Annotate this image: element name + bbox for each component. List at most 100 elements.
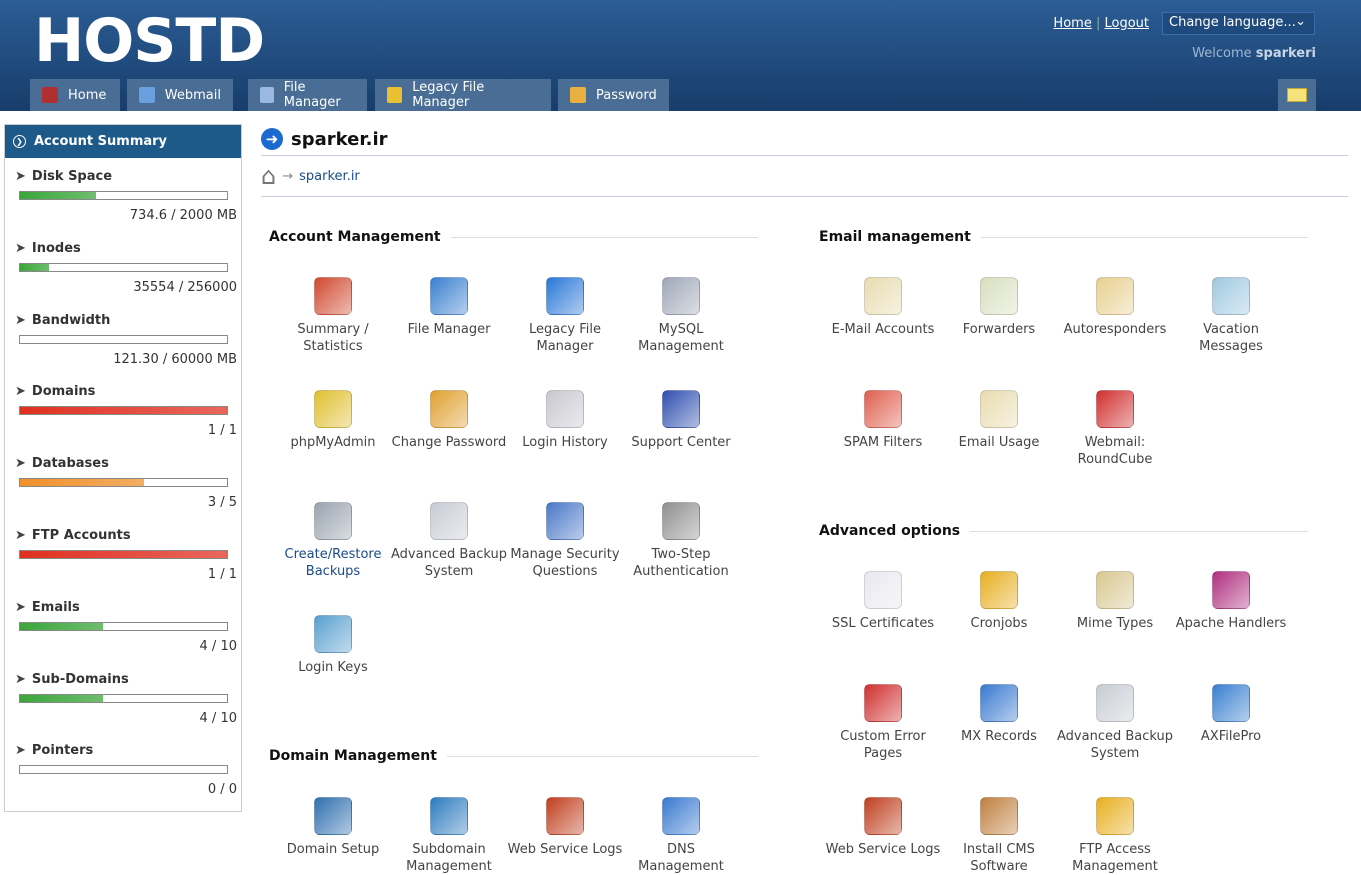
tool-forwarders[interactable]: Forwarders: [941, 277, 1057, 338]
summary-value: 35554 / 256000: [15, 280, 237, 295]
breadcrumb: ⌂→sparker.ir: [261, 162, 360, 190]
tool-label: Advanced Backup System: [391, 547, 507, 579]
usage-bar-fill: [20, 264, 49, 271]
account-summary-panel: ❯Account Summary ➤Disk Space734.6 / 2000…: [4, 124, 242, 812]
custom-error-pages-icon: [864, 684, 902, 722]
login-keys-icon: [314, 615, 352, 653]
section-heading: Email management: [819, 229, 1308, 245]
usage-bar-fill: [20, 551, 227, 558]
tool-spam-filters[interactable]: SPAM Filters: [825, 390, 941, 451]
tool-vacation-messages[interactable]: Vacation Messages: [1173, 277, 1289, 355]
tool-axfilepro[interactable]: AXFilePro: [1173, 684, 1289, 745]
tool-advanced-backup-system[interactable]: Advanced Backup System: [1057, 684, 1173, 762]
section-heading: Advanced options: [819, 523, 1308, 539]
summary-item: ➤Bandwidth121.30 / 60000 MB: [15, 313, 237, 367]
vacation-messages-icon: [1212, 277, 1250, 315]
divider: [451, 237, 758, 238]
tool-web-service-logs[interactable]: Web Service Logs: [507, 797, 623, 858]
tool-two-step-authentication[interactable]: Two-Step Authentication: [623, 502, 739, 580]
separator: |: [1096, 16, 1100, 31]
tool-webmail-roundcube[interactable]: Webmail: RoundCube: [1057, 390, 1173, 468]
tool-email-usage[interactable]: Email Usage: [941, 390, 1057, 451]
tool-cronjobs[interactable]: Cronjobs: [941, 571, 1057, 632]
usage-bar-fill: [20, 695, 103, 702]
mail-button[interactable]: [1278, 79, 1316, 111]
tool-custom-error-pages[interactable]: Custom Error Pages: [825, 684, 941, 762]
tool-apache-handlers[interactable]: Apache Handlers: [1173, 571, 1289, 632]
tool-label: MySQL Management: [638, 322, 724, 354]
usage-bar-fill: [20, 479, 144, 486]
support-center-icon: [662, 390, 700, 428]
arrow-right-circle-icon: ➜: [261, 128, 283, 150]
tab-webmail[interactable]: Webmail: [127, 79, 233, 111]
usage-bar: [19, 622, 228, 631]
tab-legacy-file-manager[interactable]: Legacy File Manager: [375, 79, 551, 111]
tool-label: E-Mail Accounts: [832, 322, 935, 337]
tool-ssl-certificates[interactable]: SSL Certificates: [825, 571, 941, 632]
tool-login-history[interactable]: Login History: [507, 390, 623, 451]
summary-value: 1 / 1: [15, 567, 237, 582]
tool-mx-records[interactable]: MX Records: [941, 684, 1057, 745]
tool-change-password[interactable]: Change Password: [391, 390, 507, 451]
tool-summary-statistics[interactable]: Summary / Statistics: [275, 277, 391, 355]
logout-link[interactable]: Logout: [1104, 16, 1149, 31]
divider: [970, 531, 1308, 532]
tool-phpmyadmin[interactable]: phpMyAdmin: [275, 390, 391, 451]
tool-web-service-logs[interactable]: Web Service Logs: [825, 797, 941, 858]
tool-file-manager[interactable]: File Manager: [391, 277, 507, 338]
section-heading: Account Management: [269, 229, 758, 245]
triangle-icon: ➤: [15, 456, 26, 471]
mx-records-icon: [980, 684, 1018, 722]
tool-mime-types[interactable]: Mime Types: [1057, 571, 1173, 632]
divider: [261, 155, 1348, 156]
account-summary-header[interactable]: ❯Account Summary: [5, 125, 241, 158]
tool-label: Support Center: [631, 435, 730, 450]
tool-ftp-access-management[interactable]: FTP Access Management: [1057, 797, 1173, 875]
tool-mysql-management[interactable]: MySQL Management: [623, 277, 739, 355]
tool-label: Mime Types: [1077, 616, 1153, 631]
mime-types-icon: [1096, 571, 1134, 609]
tab-file-manager[interactable]: File Manager: [248, 79, 367, 111]
usage-bar: [19, 406, 228, 415]
webmail-roundcube-icon: [1096, 390, 1134, 428]
tool-label: Webmail: RoundCube: [1078, 435, 1153, 467]
summary-label: Emails: [32, 600, 80, 615]
circle-arrow-icon: ❯: [13, 135, 26, 148]
section-title: Email management: [819, 229, 971, 245]
section-title: Account Management: [269, 229, 441, 245]
tool-e-mail-accounts[interactable]: E-Mail Accounts: [825, 277, 941, 338]
summary-value: 0 / 0: [15, 782, 237, 797]
tool-dns-management[interactable]: DNS Management: [623, 797, 739, 875]
home-link[interactable]: Home: [1053, 16, 1091, 31]
tool-autoresponders[interactable]: Autoresponders: [1057, 277, 1173, 338]
tab-password[interactable]: Password: [558, 79, 669, 111]
tool-login-keys[interactable]: Login Keys: [275, 615, 391, 676]
tool-label: Login Keys: [298, 660, 368, 675]
divider: [261, 196, 1348, 197]
breadcrumb-link[interactable]: sparker.ir: [299, 169, 360, 184]
tool-label: Forwarders: [963, 322, 1035, 337]
tab-label: Password: [596, 88, 657, 103]
tool-label: Web Service Logs: [826, 842, 941, 857]
forwarders-icon: [980, 277, 1018, 315]
triangle-icon: ➤: [15, 528, 26, 543]
tool-advanced-backup-system[interactable]: Advanced Backup System: [391, 502, 507, 580]
change-password-icon: [430, 390, 468, 428]
tool-label: Apache Handlers: [1176, 616, 1287, 631]
tool-legacy-file-manager[interactable]: Legacy File Manager: [507, 277, 623, 355]
tool-label: Create/Restore Backups: [285, 547, 382, 579]
tab-icon: [139, 87, 155, 103]
divider: [981, 237, 1308, 238]
tool-manage-security-questions[interactable]: Manage Security Questions: [507, 502, 623, 580]
tool-label: Subdomain Management: [406, 842, 492, 874]
language-select[interactable]: Change language...⌄: [1162, 12, 1315, 35]
home-icon[interactable]: ⌂: [261, 162, 276, 190]
tool-domain-setup[interactable]: Domain Setup: [275, 797, 391, 858]
tab-home[interactable]: Home: [30, 79, 120, 111]
tool-support-center[interactable]: Support Center: [623, 390, 739, 451]
tool-subdomain-management[interactable]: Subdomain Management: [391, 797, 507, 875]
tool-create-restore-backups[interactable]: Create/Restore Backups: [275, 502, 391, 580]
tool-label: phpMyAdmin: [290, 435, 375, 450]
two-step-authentication-icon: [662, 502, 700, 540]
tool-install-cms-software[interactable]: Install CMS Software: [941, 797, 1057, 875]
